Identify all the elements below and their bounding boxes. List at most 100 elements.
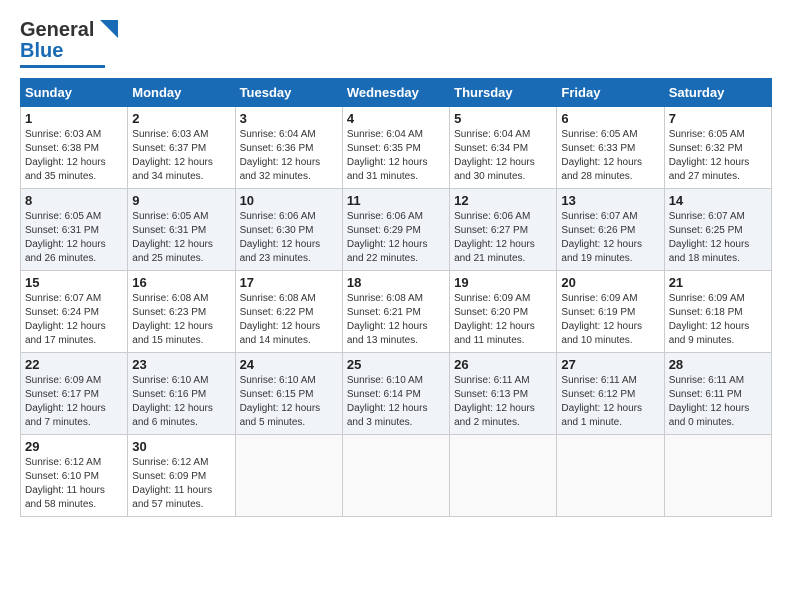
day-number: 18 bbox=[347, 275, 445, 290]
calendar-cell: 24 Sunrise: 6:10 AM Sunset: 6:15 PM Dayli… bbox=[235, 353, 342, 435]
calendar-cell: 16 Sunrise: 6:08 AM Sunset: 6:23 PM Dayli… bbox=[128, 271, 235, 353]
day-info: Sunrise: 6:08 AM Sunset: 6:22 PM Dayligh… bbox=[240, 292, 338, 348]
calendar-cell: 4 Sunrise: 6:04 AM Sunset: 6:35 PM Daylig… bbox=[342, 107, 449, 189]
day-info: Sunrise: 6:08 AM Sunset: 6:21 PM Dayligh… bbox=[347, 292, 445, 348]
day-number: 26 bbox=[454, 357, 552, 372]
day-number: 6 bbox=[561, 111, 659, 126]
calendar-header-friday: Friday bbox=[557, 79, 664, 107]
calendar-cell: 19 Sunrise: 6:09 AM Sunset: 6:20 PM Dayli… bbox=[450, 271, 557, 353]
day-info: Sunrise: 6:07 AM Sunset: 6:25 PM Dayligh… bbox=[669, 210, 767, 266]
day-info: Sunrise: 6:05 AM Sunset: 6:31 PM Dayligh… bbox=[25, 210, 123, 266]
day-number: 13 bbox=[561, 193, 659, 208]
calendar-week-row: 22 Sunrise: 6:09 AM Sunset: 6:17 PM Dayli… bbox=[21, 353, 772, 435]
day-info: Sunrise: 6:11 AM Sunset: 6:13 PM Dayligh… bbox=[454, 374, 552, 430]
day-info: Sunrise: 6:03 AM Sunset: 6:38 PM Dayligh… bbox=[25, 128, 123, 184]
calendar-week-row: 8 Sunrise: 6:05 AM Sunset: 6:31 PM Daylig… bbox=[21, 189, 772, 271]
day-number: 21 bbox=[669, 275, 767, 290]
calendar-header-wednesday: Wednesday bbox=[342, 79, 449, 107]
day-number: 12 bbox=[454, 193, 552, 208]
day-number: 28 bbox=[669, 357, 767, 372]
calendar-table: SundayMondayTuesdayWednesdayThursdayFrid… bbox=[20, 78, 772, 517]
calendar-cell: 25 Sunrise: 6:10 AM Sunset: 6:14 PM Dayli… bbox=[342, 353, 449, 435]
calendar-cell: 17 Sunrise: 6:08 AM Sunset: 6:22 PM Dayli… bbox=[235, 271, 342, 353]
day-number: 23 bbox=[132, 357, 230, 372]
day-number: 4 bbox=[347, 111, 445, 126]
day-info: Sunrise: 6:04 AM Sunset: 6:35 PM Dayligh… bbox=[347, 128, 445, 184]
day-info: Sunrise: 6:06 AM Sunset: 6:29 PM Dayligh… bbox=[347, 210, 445, 266]
day-info: Sunrise: 6:09 AM Sunset: 6:19 PM Dayligh… bbox=[561, 292, 659, 348]
day-number: 17 bbox=[240, 275, 338, 290]
calendar-cell: 15Sunrise: 6:07 AM Sunset: 6:24 PM Dayli… bbox=[21, 271, 128, 353]
logo-text: General bbox=[20, 20, 118, 41]
day-number: 19 bbox=[454, 275, 552, 290]
calendar-cell: 7 Sunrise: 6:05 AM Sunset: 6:32 PM Daylig… bbox=[664, 107, 771, 189]
calendar-cell: 12 Sunrise: 6:06 AM Sunset: 6:27 PM Dayli… bbox=[450, 189, 557, 271]
day-number: 24 bbox=[240, 357, 338, 372]
day-number: 5 bbox=[454, 111, 552, 126]
calendar-cell: 6 Sunrise: 6:05 AM Sunset: 6:33 PM Daylig… bbox=[557, 107, 664, 189]
calendar-cell bbox=[557, 435, 664, 517]
day-number: 25 bbox=[347, 357, 445, 372]
calendar-cell: 1Sunrise: 6:03 AM Sunset: 6:38 PM Daylig… bbox=[21, 107, 128, 189]
calendar-cell: 11 Sunrise: 6:06 AM Sunset: 6:29 PM Dayli… bbox=[342, 189, 449, 271]
calendar-cell: 8 Sunrise: 6:05 AM Sunset: 6:31 PM Daylig… bbox=[21, 189, 128, 271]
day-number: 11 bbox=[347, 193, 445, 208]
day-info: Sunrise: 6:05 AM Sunset: 6:33 PM Dayligh… bbox=[561, 128, 659, 184]
logo-blue: Blue bbox=[20, 41, 63, 62]
calendar-cell bbox=[235, 435, 342, 517]
day-info: Sunrise: 6:12 AM Sunset: 6:09 PM Dayligh… bbox=[132, 456, 230, 512]
calendar-header-monday: Monday bbox=[128, 79, 235, 107]
day-info: Sunrise: 6:11 AM Sunset: 6:12 PM Dayligh… bbox=[561, 374, 659, 430]
day-number: 14 bbox=[669, 193, 767, 208]
day-info: Sunrise: 6:09 AM Sunset: 6:17 PM Dayligh… bbox=[25, 374, 123, 430]
day-number: 29 bbox=[25, 439, 123, 454]
calendar-cell: 30 Sunrise: 6:12 AM Sunset: 6:09 PM Dayli… bbox=[128, 435, 235, 517]
day-number: 30 bbox=[132, 439, 230, 454]
calendar-cell bbox=[450, 435, 557, 517]
day-number: 20 bbox=[561, 275, 659, 290]
calendar-cell: 20 Sunrise: 6:09 AM Sunset: 6:19 PM Dayli… bbox=[557, 271, 664, 353]
day-number: 7 bbox=[669, 111, 767, 126]
day-number: 27 bbox=[561, 357, 659, 372]
calendar-cell bbox=[342, 435, 449, 517]
day-number: 9 bbox=[132, 193, 230, 208]
calendar-cell: 26 Sunrise: 6:11 AM Sunset: 6:13 PM Dayli… bbox=[450, 353, 557, 435]
day-info: Sunrise: 6:10 AM Sunset: 6:16 PM Dayligh… bbox=[132, 374, 230, 430]
day-info: Sunrise: 6:10 AM Sunset: 6:14 PM Dayligh… bbox=[347, 374, 445, 430]
calendar-cell bbox=[664, 435, 771, 517]
calendar-week-row: 15Sunrise: 6:07 AM Sunset: 6:24 PM Dayli… bbox=[21, 271, 772, 353]
day-info: Sunrise: 6:04 AM Sunset: 6:36 PM Dayligh… bbox=[240, 128, 338, 184]
calendar-cell: 27 Sunrise: 6:11 AM Sunset: 6:12 PM Dayli… bbox=[557, 353, 664, 435]
calendar-header-thursday: Thursday bbox=[450, 79, 557, 107]
logo-underline bbox=[20, 65, 105, 68]
day-number: 22 bbox=[25, 357, 123, 372]
calendar-cell: 29 Sunrise: 6:12 AM Sunset: 6:10 PM Dayli… bbox=[21, 435, 128, 517]
calendar-cell: 5 Sunrise: 6:04 AM Sunset: 6:34 PM Daylig… bbox=[450, 107, 557, 189]
calendar-cell: 3 Sunrise: 6:04 AM Sunset: 6:36 PM Daylig… bbox=[235, 107, 342, 189]
calendar-cell: 18 Sunrise: 6:08 AM Sunset: 6:21 PM Dayli… bbox=[342, 271, 449, 353]
calendar-cell: 2Sunrise: 6:03 AM Sunset: 6:37 PM Daylig… bbox=[128, 107, 235, 189]
day-info: Sunrise: 6:12 AM Sunset: 6:10 PM Dayligh… bbox=[25, 456, 123, 512]
day-info: Sunrise: 6:08 AM Sunset: 6:23 PM Dayligh… bbox=[132, 292, 230, 348]
calendar-cell: 21Sunrise: 6:09 AM Sunset: 6:18 PM Dayli… bbox=[664, 271, 771, 353]
day-info: Sunrise: 6:10 AM Sunset: 6:15 PM Dayligh… bbox=[240, 374, 338, 430]
calendar-cell: 13Sunrise: 6:07 AM Sunset: 6:26 PM Dayli… bbox=[557, 189, 664, 271]
logo: General Blue bbox=[20, 20, 118, 68]
day-info: Sunrise: 6:07 AM Sunset: 6:24 PM Dayligh… bbox=[25, 292, 123, 348]
day-info: Sunrise: 6:06 AM Sunset: 6:27 PM Dayligh… bbox=[454, 210, 552, 266]
day-info: Sunrise: 6:05 AM Sunset: 6:31 PM Dayligh… bbox=[132, 210, 230, 266]
day-number: 16 bbox=[132, 275, 230, 290]
day-number: 3 bbox=[240, 111, 338, 126]
day-info: Sunrise: 6:04 AM Sunset: 6:34 PM Dayligh… bbox=[454, 128, 552, 184]
day-info: Sunrise: 6:05 AM Sunset: 6:32 PM Dayligh… bbox=[669, 128, 767, 184]
day-info: Sunrise: 6:11 AM Sunset: 6:11 PM Dayligh… bbox=[669, 374, 767, 430]
calendar-header-row: SundayMondayTuesdayWednesdayThursdayFrid… bbox=[21, 79, 772, 107]
day-info: Sunrise: 6:03 AM Sunset: 6:37 PM Dayligh… bbox=[132, 128, 230, 184]
day-info: Sunrise: 6:06 AM Sunset: 6:30 PM Dayligh… bbox=[240, 210, 338, 266]
day-info: Sunrise: 6:09 AM Sunset: 6:20 PM Dayligh… bbox=[454, 292, 552, 348]
calendar-cell: 28 Sunrise: 6:11 AM Sunset: 6:11 PM Dayli… bbox=[664, 353, 771, 435]
calendar-week-row: 1Sunrise: 6:03 AM Sunset: 6:38 PM Daylig… bbox=[21, 107, 772, 189]
calendar-header-tuesday: Tuesday bbox=[235, 79, 342, 107]
calendar-cell: 14 Sunrise: 6:07 AM Sunset: 6:25 PM Dayli… bbox=[664, 189, 771, 271]
day-number: 8 bbox=[25, 193, 123, 208]
